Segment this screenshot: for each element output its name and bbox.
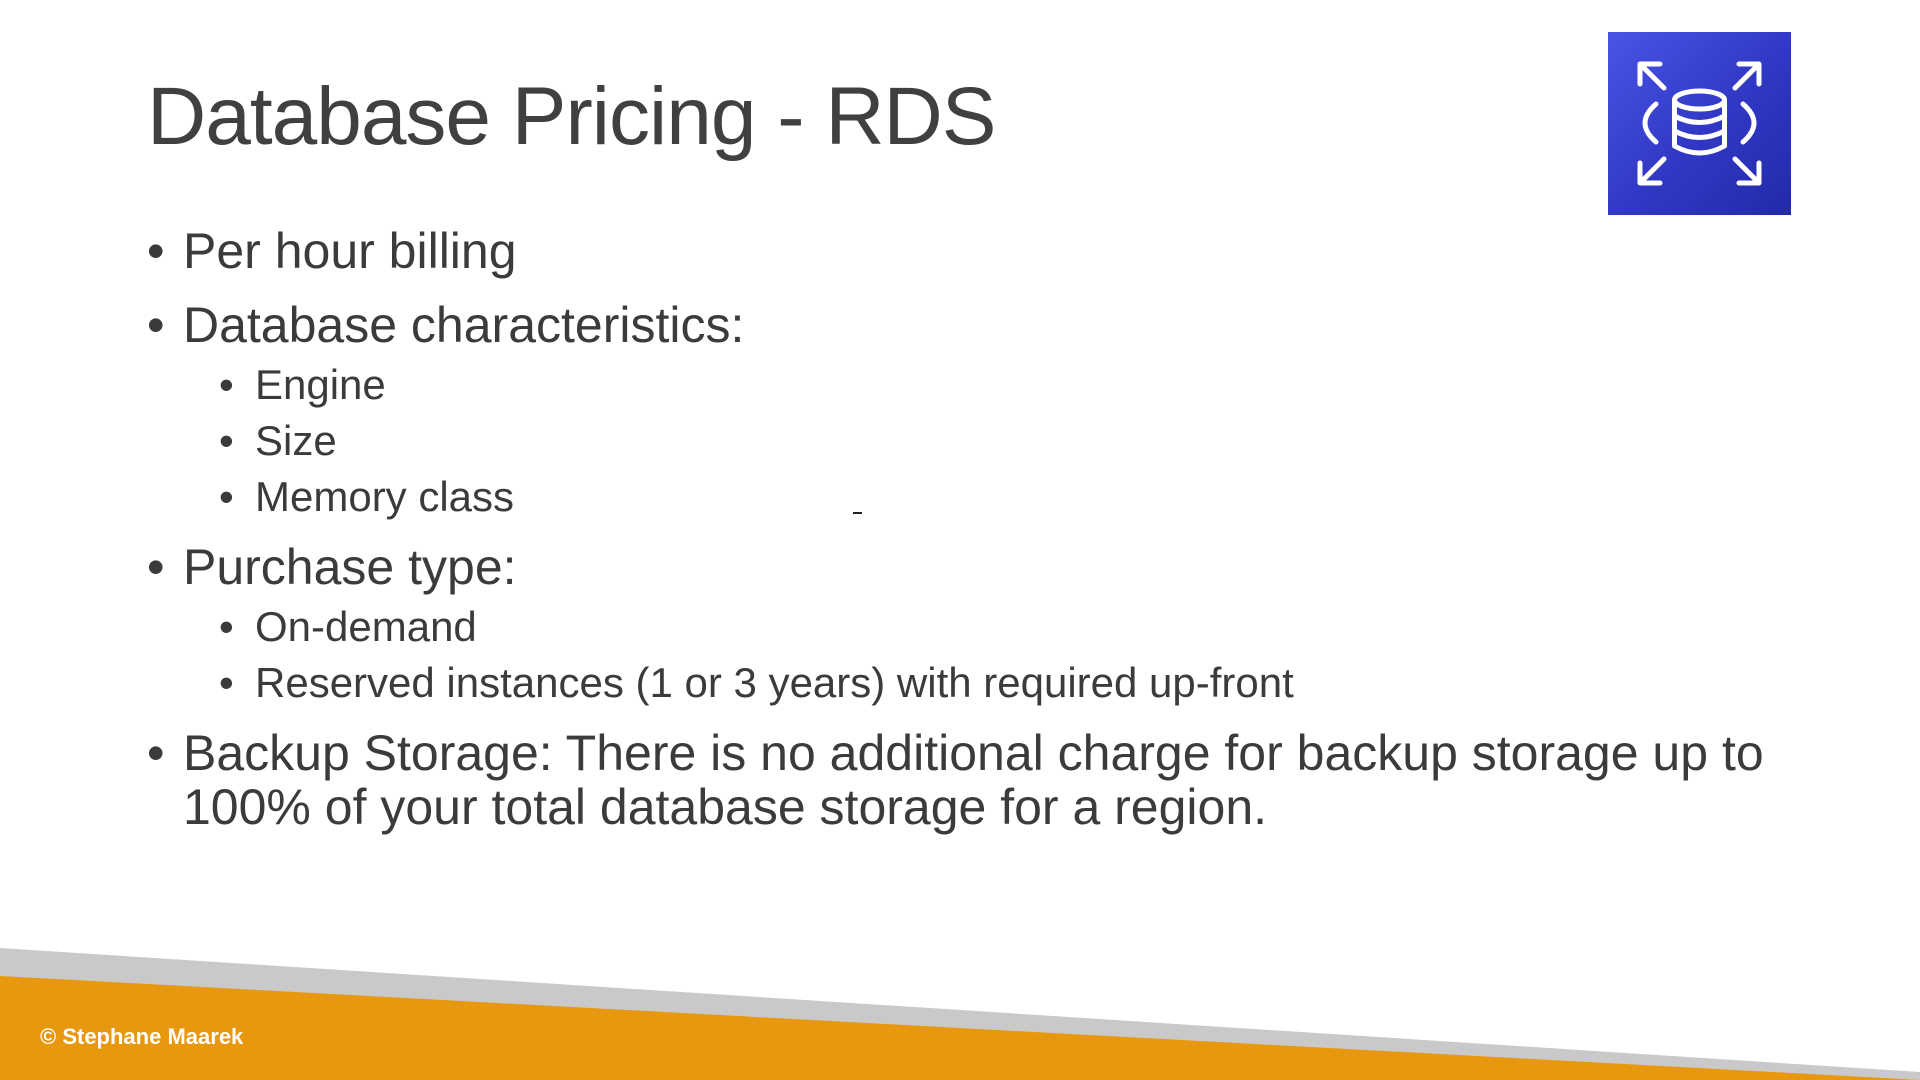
- bullet-text: Purchase type:: [183, 539, 517, 595]
- bullet-text: Per hour billing: [183, 223, 517, 279]
- sub-bullet-on-demand: On-demand: [219, 604, 1767, 651]
- bullet-backup-storage: Backup Storage: There is no additional c…: [147, 726, 1767, 834]
- slide: Database Pricing - RDS Per hour billi: [0, 0, 1920, 1080]
- bullet-purchase-type: Purchase type: On-demand Reserved instan…: [147, 540, 1767, 706]
- footer-band: [0, 948, 1920, 1080]
- bullet-database-characteristics: Database characteristics: Engine Size Me…: [147, 298, 1767, 520]
- sub-list-characteristics: Engine Size Memory class: [183, 362, 1767, 521]
- rds-database-icon: [1608, 32, 1791, 215]
- sub-bullet-size: Size: [219, 418, 1767, 465]
- bullet-text: Database characteristics:: [183, 297, 745, 353]
- udemy-watermark: Udemy: [1850, 1052, 1904, 1069]
- mouse-cursor: [853, 512, 862, 514]
- copyright-text: © Stephane Maarek: [40, 1024, 244, 1049]
- sub-list-purchase-type: On-demand Reserved instances (1 or 3 yea…: [183, 604, 1767, 707]
- bullet-per-hour-billing: Per hour billing: [147, 224, 1767, 278]
- slide-title: Database Pricing - RDS: [147, 71, 996, 162]
- bullet-text: Backup Storage: There is no additional c…: [183, 725, 1764, 835]
- sub-bullet-reserved-instances: Reserved instances (1 or 3 years) with r…: [219, 660, 1767, 707]
- bullet-list: Per hour billing Database characteristic…: [147, 224, 1767, 854]
- sub-bullet-memory-class: Memory class: [219, 474, 1767, 521]
- sub-bullet-engine: Engine: [219, 362, 1767, 409]
